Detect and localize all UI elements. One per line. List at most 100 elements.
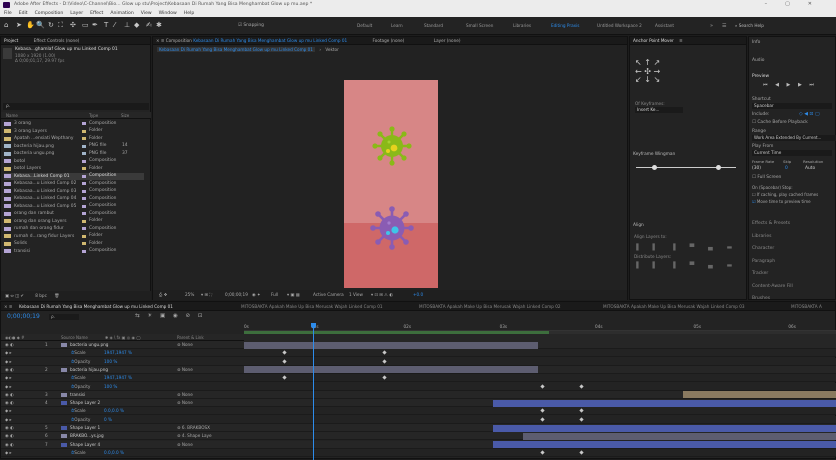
label-color-swatch[interactable] <box>82 122 86 126</box>
workspace-4[interactable]: Libraries <box>513 23 531 28</box>
menu-layer[interactable]: Layer <box>70 11 83 16</box>
keyframe-nav-icon[interactable]: ◆ ▸ <box>5 349 12 357</box>
keyframe-nav-icon[interactable]: ◆ ▸ <box>5 374 12 382</box>
layer-name-cell[interactable]: ⏱ Scale <box>71 349 86 357</box>
panel-paragraph[interactable]: Paragraph <box>752 259 775 264</box>
brush-tool-icon[interactable]: ⁄ <box>114 21 115 29</box>
puppet-tool-icon[interactable]: ✱ <box>156 21 162 29</box>
keyframe-marker[interactable] <box>382 350 387 355</box>
workspace-0[interactable]: Default <box>357 23 372 28</box>
timeline-layer-row[interactable]: ◉ ◐ 7 Shape Layer 4 ⊚ None <box>1 440 836 449</box>
label-color-swatch[interactable] <box>82 212 86 216</box>
layer-name-cell[interactable]: ⏱ Scale <box>71 449 86 457</box>
camera-dropdown[interactable]: Active Camera <box>313 290 344 300</box>
menu-help[interactable]: Help <box>184 11 194 16</box>
keyframe-marker[interactable] <box>539 450 545 455</box>
panel-effects-presets[interactable]: Effects & Presets <box>752 221 790 226</box>
shortcut-dropdown[interactable]: Spacebar <box>752 103 832 109</box>
move-time-checkbox[interactable]: ☑ Move time to preview time <box>752 199 811 204</box>
layer-switch-icons[interactable]: ✱ ◈ \ fx ▣ ◎ ◉ ◯ <box>105 334 141 341</box>
property-value[interactable]: 1947,1947 % <box>104 349 132 357</box>
col-size[interactable]: Size <box>121 112 129 119</box>
clone-tool-icon[interactable]: ⊥ <box>124 21 130 29</box>
project-tab[interactable]: Project <box>4 38 18 43</box>
timeline-property-row[interactable]: ◆ ▸ ⏱ Opacity 100 % <box>1 382 836 391</box>
zoom-tool-icon[interactable]: 🔍 <box>36 21 45 29</box>
views-dropdown[interactable]: 1 View <box>349 290 363 300</box>
project-item[interactable]: transisi Composition <box>4 248 144 255</box>
anchor-menu-icon[interactable]: ≡ <box>679 38 683 43</box>
parent-dropdown[interactable]: ⊚ None <box>177 391 193 399</box>
layer-name-cell[interactable]: Shape Layer 2 <box>61 399 100 407</box>
workspace-3[interactable]: Small Screen <box>466 23 493 28</box>
keyframe-marker[interactable] <box>539 408 545 414</box>
bpc-label[interactable]: 8 bpc <box>35 293 47 298</box>
layer-name-cell[interactable]: ⏱ Scale <box>71 374 86 382</box>
parent-dropdown[interactable]: ⊚ None <box>177 441 193 449</box>
roi-icon[interactable]: ▾ ▣ ▦ <box>287 290 300 300</box>
window-controls[interactable]: –▢✕ <box>765 0 830 9</box>
label-color-swatch[interactable] <box>82 174 86 178</box>
layer-name-cell[interactable]: Shape Layer 4 <box>61 441 100 449</box>
project-item[interactable]: 3 orang Layers Folder <box>4 128 144 135</box>
visibility-icon[interactable]: ◉ ◐ <box>5 341 14 349</box>
layer-duration-bar[interactable] <box>244 341 538 349</box>
col-name[interactable]: Name <box>6 112 18 119</box>
label-color-swatch[interactable] <box>82 159 86 163</box>
full-screen-checkbox[interactable]: ☐ Full Screen <box>752 175 781 180</box>
insert-keyframe-dropdown[interactable]: Insert Ke... <box>635 107 683 113</box>
viewer-camera-icon[interactable]: ◉ ✦ <box>252 290 261 300</box>
keyframe-marker[interactable] <box>282 375 287 380</box>
project-item[interactable]: Kebasaa...u Linked Comp 04 Composition <box>4 195 144 202</box>
col-type[interactable]: Type <box>89 112 98 119</box>
timeline-property-row[interactable]: ◆ ▸ ⏱ Scale 0.0,0.0 % <box>1 407 836 416</box>
viewer-options-icon[interactable]: ▾ ⊡ ⊞ ⚠ ◐ <box>371 290 393 300</box>
comp-close-icon[interactable]: × ≡ <box>156 38 166 43</box>
label-color-swatch[interactable] <box>82 129 86 133</box>
layer-name-cell[interactable]: Shape Layer 1 <box>61 424 100 432</box>
eraser-tool-icon[interactable]: ◆ <box>134 21 139 29</box>
preview-panel-title[interactable]: Preview <box>752 74 769 79</box>
layer-tab[interactable]: Layer (none) <box>434 38 461 43</box>
panel-libraries[interactable]: Libraries <box>752 234 771 239</box>
selection-tool-icon[interactable]: ➤ <box>16 21 22 29</box>
layer-duration-bar[interactable] <box>493 399 836 407</box>
label-color-swatch[interactable] <box>82 234 86 238</box>
distribute-buttons[interactable]: ▐ ▌ ▐ ▀ ▄ ▬ <box>634 262 738 269</box>
col-parent[interactable]: Parent & Link <box>177 334 204 341</box>
breadcrumb-vektor[interactable]: Vektor <box>325 47 338 52</box>
project-item[interactable]: Kebasaa...u Linked Comp 02 Composition <box>4 180 144 187</box>
timeline-layer-row[interactable]: ◉ ◐ 2 bacteria hijau.png ⊚ None <box>1 365 836 374</box>
layer-name-cell[interactable]: ⏱ Opacity <box>71 383 90 391</box>
resolution-dropdown[interactable]: Auto <box>805 166 815 171</box>
keyframe-marker[interactable] <box>282 358 287 364</box>
property-value[interactable]: 0 % <box>104 416 112 424</box>
project-item[interactable]: Apatah ...ensiati Wepthany Folder <box>4 135 144 142</box>
comp-tab-name[interactable]: Kebasaan Di Rumah Yang Bisa Menghambat G… <box>193 38 347 43</box>
label-color-swatch[interactable] <box>82 249 86 253</box>
keyframe-nav-icon[interactable]: ◆ ▸ <box>5 407 12 415</box>
parent-dropdown[interactable]: ⊚ None <box>177 399 193 407</box>
project-item[interactable]: Kebasa...Linked Comp 01 Composition <box>4 172 144 180</box>
pan-tool-icon[interactable]: ✣ <box>70 21 76 29</box>
keyframe-marker[interactable] <box>579 408 584 414</box>
project-item[interactable]: rumah d...rang fidur Layers Folder <box>4 233 144 240</box>
keyframe-marker[interactable] <box>539 417 545 422</box>
visibility-icon[interactable]: ◉ ◐ <box>5 399 14 407</box>
timeline-layer-row[interactable]: ◉ ◐ 3 transisi ⊚ None <box>1 390 836 399</box>
av-switches-icon[interactable]: ◉◐● ◆ # <box>5 334 24 341</box>
zoom-dropdown[interactable]: 25% <box>185 290 194 300</box>
timeline-layer-row[interactable]: ◉ ◐ 5 Shape Layer 1 ⊚ 6. BRAKBOSX <box>1 424 836 432</box>
breadcrumb-comp[interactable]: Kebasaan Di Rumah Yang Bisa Menghambat G… <box>157 47 315 52</box>
timeline-tab-2[interactable]: MITOSBAKTA Apakah Make Up Bisa Merusak W… <box>419 302 561 311</box>
search-help[interactable]: ⌕ Search Help <box>735 23 764 28</box>
parent-dropdown[interactable]: ⊚ 4. Shape Laye <box>177 432 212 440</box>
project-item[interactable]: bacteria hijau.png PNG file 14 <box>4 143 144 150</box>
project-item[interactable]: Kebasaa...u Linked Comp 03 Composition <box>4 188 144 195</box>
timeline-layer-row[interactable]: ◉ ◐ 4 Shape Layer 2 ⊚ None <box>1 399 836 408</box>
panel-tracker[interactable]: Tracker <box>752 271 768 276</box>
timeline-property-row[interactable]: ◆ ▸ ⏱ Scale 0.0,0.0 % <box>1 448 836 457</box>
align-buttons[interactable]: ▐ ▌ ▐ ▀ ▄ ▬ <box>634 244 738 251</box>
visibility-icon[interactable]: ◉ ◐ <box>5 432 14 440</box>
timeline-tab-4[interactable]: MITOSBAKTA A <box>791 302 822 311</box>
